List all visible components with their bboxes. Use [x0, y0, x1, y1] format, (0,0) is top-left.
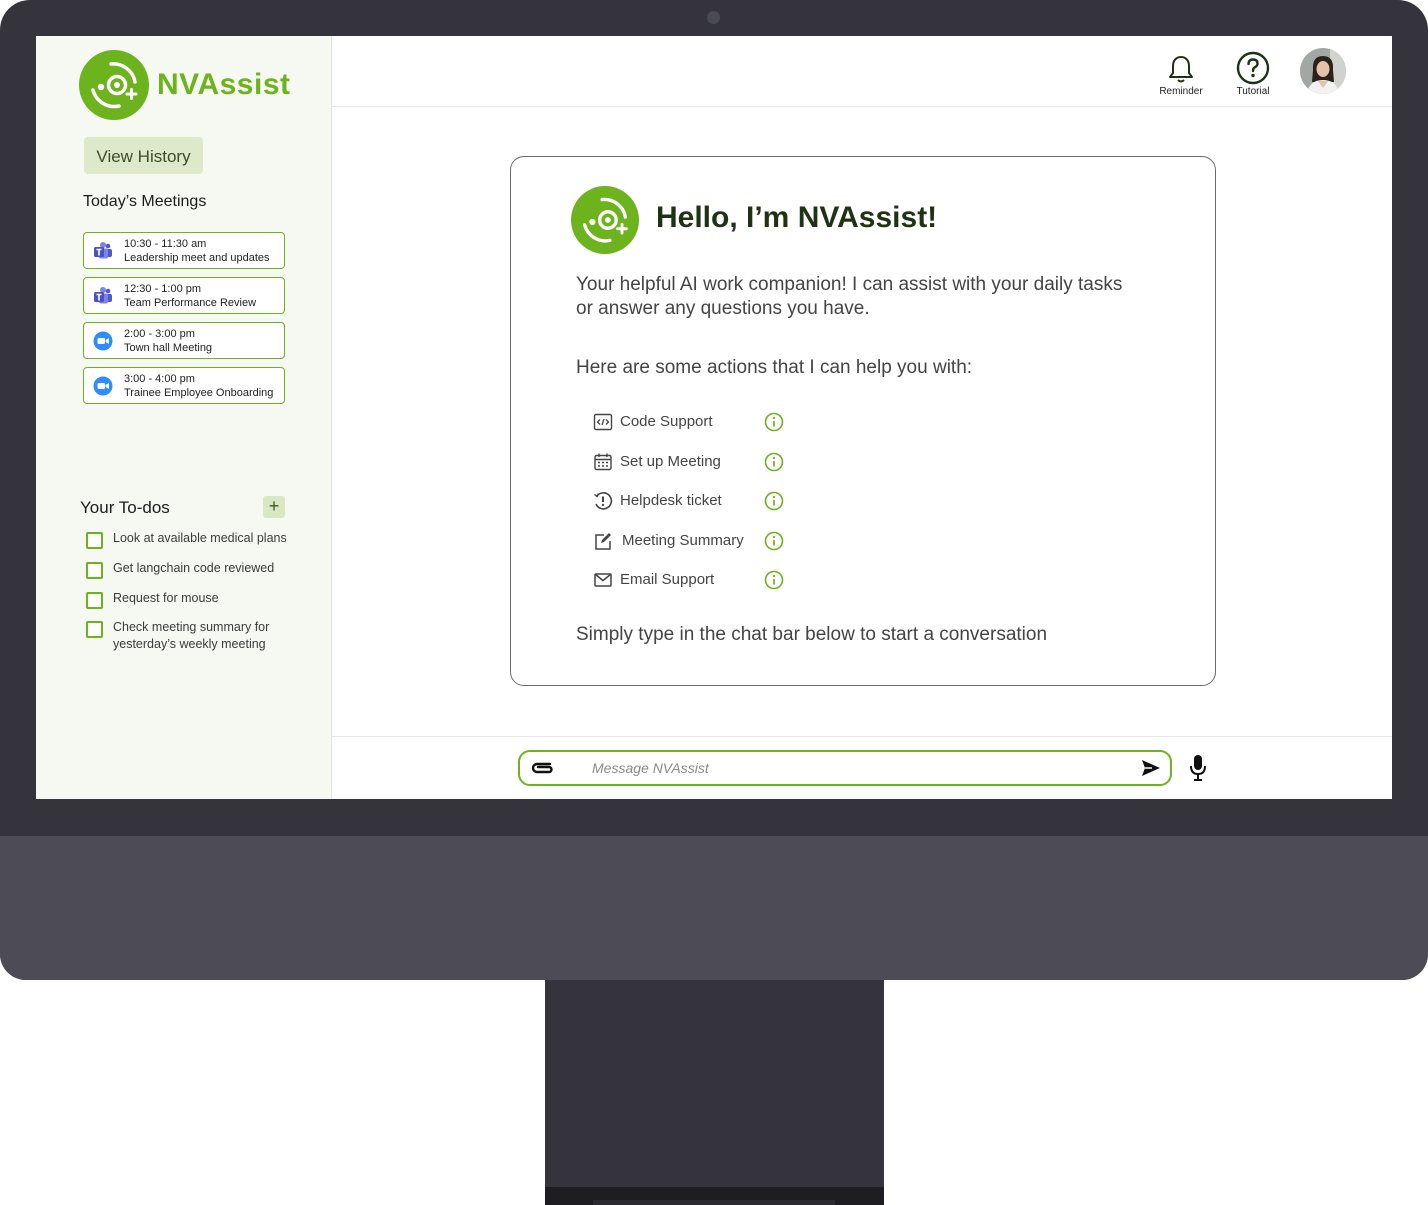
add-todo-button[interactable]: + [263, 496, 285, 518]
avatar[interactable] [1300, 48, 1346, 94]
action-helpdesk-ticket[interactable]: Helpdesk ticket [593, 489, 793, 515]
monitor-camera [707, 11, 720, 24]
action-label: Helpdesk ticket [620, 492, 722, 509]
info-icon[interactable] [764, 412, 784, 432]
monitor-stand [545, 980, 884, 1205]
bell-icon [1169, 56, 1193, 83]
todo-checkbox[interactable] [86, 562, 103, 579]
meeting-title: Town hall Meeting [124, 342, 213, 354]
meeting-time: 3:00 - 4:00 pm [124, 373, 195, 385]
info-icon[interactable] [764, 491, 784, 511]
tutorial-button[interactable]: Tutorial [1223, 50, 1283, 114]
monitor-chin [0, 836, 1428, 980]
tutorial-label: Tutorial [1236, 86, 1270, 97]
send-icon[interactable] [1140, 758, 1162, 778]
meeting-title: Leadership meet and updates [124, 252, 270, 264]
welcome-card: Hello, I’m NVAssist! Your helpful AI wor… [510, 156, 1216, 686]
todo-label: Get langchain code reviewed [113, 561, 275, 575]
monitor-stand-foot-detail [593, 1200, 835, 1205]
todos-heading: Your To-dos [80, 498, 170, 517]
action-label: Email Support [620, 571, 715, 588]
teams-icon [94, 242, 112, 259]
info-icon[interactable] [764, 531, 784, 551]
code-icon [593, 413, 613, 431]
action-meeting-summary[interactable]: Meeting Summary [593, 529, 793, 555]
action-code-support[interactable]: Code Support [593, 410, 793, 436]
reminder-button[interactable]: Reminder [1151, 50, 1211, 114]
action-email-support[interactable]: Email Support [593, 568, 793, 594]
brand-name: NVAssist [157, 68, 291, 101]
nvassist-logo-icon [79, 50, 149, 120]
mail-icon [594, 573, 612, 587]
todo-label: Request for mouse [113, 591, 219, 605]
info-icon[interactable] [764, 570, 784, 590]
help-icon [1236, 51, 1270, 85]
chat-bar: Message NVAssist [332, 736, 1392, 799]
meeting-time: 10:30 - 11:30 am [124, 238, 207, 250]
meeting-card[interactable]: 3:00 - 4:00 pm Trainee Employee Onboardi… [83, 367, 285, 404]
meeting-title: Team Performance Review [124, 297, 257, 309]
actions-intro: Here are some actions that I can help yo… [576, 357, 973, 378]
meeting-time: 12:30 - 1:00 pm [124, 283, 202, 295]
meeting-card[interactable]: 12:30 - 1:00 pm Team Performance Review [83, 277, 285, 314]
sidebar: NVAssist View History Today’s Meetings 1… [36, 36, 332, 799]
action-set-up-meeting[interactable]: Set up Meeting [593, 450, 793, 476]
helpdesk-icon [594, 492, 613, 510]
meeting-card[interactable]: 2:00 - 3:00 pm Town hall Meeting [83, 322, 285, 359]
message-placeholder: Message NVAssist [592, 760, 709, 776]
meetings-heading: Today’s Meetings [83, 193, 207, 210]
todo-label: Look at available medical plans [113, 531, 287, 545]
zoom-icon [93, 376, 113, 396]
reminder-label: Reminder [1159, 86, 1203, 97]
microphone-icon[interactable] [1188, 754, 1208, 782]
todo-label: Check meeting summary for yesterday’s we… [113, 620, 270, 651]
action-label: Meeting Summary [622, 532, 744, 549]
action-label: Code Support [620, 413, 713, 430]
todo-checkbox[interactable] [86, 532, 103, 549]
calendar-icon [594, 453, 612, 471]
info-icon[interactable] [764, 452, 784, 472]
edit-note-icon [595, 533, 611, 550]
todo-checkbox[interactable] [86, 621, 103, 638]
meeting-time: 2:00 - 3:00 pm [124, 328, 195, 340]
nvassist-logo-icon [571, 186, 639, 254]
todo-checkbox[interactable] [86, 592, 103, 609]
card-footer-text: Simply type in the chat bar below to sta… [576, 624, 1048, 645]
top-bar: Reminder Tutorial [332, 36, 1392, 107]
meeting-title: Trainee Employee Onboarding [124, 387, 274, 399]
zoom-icon [93, 331, 113, 351]
action-label: Set up Meeting [620, 453, 721, 470]
message-input[interactable]: Message NVAssist [518, 750, 1172, 786]
teams-icon [94, 287, 112, 304]
greeting-title: Hello, I’m NVAssist! [656, 201, 938, 234]
view-history-button[interactable]: View History [84, 137, 203, 174]
paperclip-icon[interactable] [530, 758, 556, 778]
user-photo [1300, 48, 1346, 94]
meeting-card[interactable]: 10:30 - 11:30 am Leadership meet and upd… [83, 232, 285, 269]
intro-text: Your helpful AI work companion! I can as… [576, 274, 1123, 319]
app-screen: NVAssist View History Today’s Meetings 1… [36, 36, 1392, 799]
